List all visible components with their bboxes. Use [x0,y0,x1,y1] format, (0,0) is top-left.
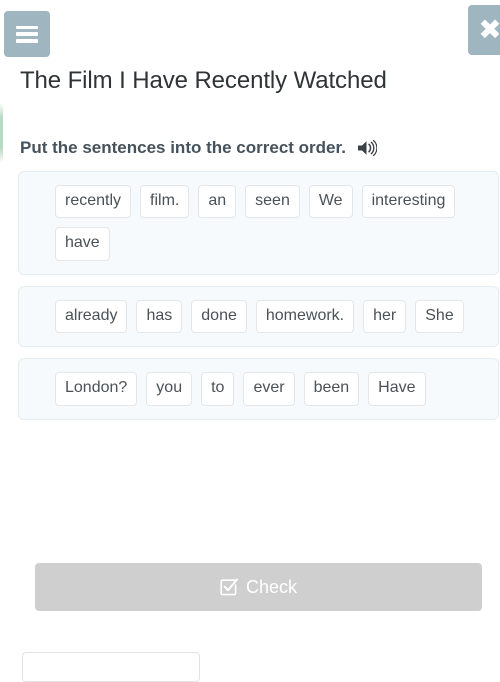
sentence-cards-list: recently film. an seen We interesting ha… [18,171,500,431]
word-chip[interactable]: seen [245,185,300,219]
sentence-card[interactable]: London? you to ever been Have [18,358,499,420]
word-chip[interactable]: already [55,299,128,334]
word-chip[interactable]: She [415,299,464,334]
word-chip[interactable]: done [191,299,247,334]
hamburger-menu-button[interactable] [4,11,50,57]
top-bar: ✖ [0,0,500,62]
word-chip[interactable]: have [55,227,110,261]
word-chip[interactable]: has [136,299,183,334]
left-accent-strip [0,103,3,163]
sentence-card[interactable]: already has done homework. her She [18,285,499,348]
word-chip[interactable]: recently [55,185,132,219]
word-chip[interactable]: We [308,185,353,219]
instruction-row: Put the sentences into the correct order… [20,138,377,158]
check-button[interactable]: Check [35,563,482,611]
sentence-card[interactable]: recently film. an seen We interesting ha… [18,171,499,275]
hamburger-menu-icon [16,25,38,43]
word-chip[interactable]: homework. [255,299,355,334]
word-chip-row: recently film. an seen We interesting ha… [55,185,498,261]
word-chip[interactable]: ever [243,372,295,406]
instruction-text: Put the sentences into the correct order… [20,138,346,157]
close-x-icon: ✖ [478,13,500,46]
word-chip-row: already has done homework. her She [55,299,498,334]
word-chip[interactable]: been [303,372,360,406]
close-button[interactable]: ✖ [468,5,500,55]
page-title: The Film I Have Recently Watched [20,67,387,94]
word-chip[interactable]: you [146,372,193,406]
word-chip[interactable]: her [363,299,407,334]
check-button-label: Check [245,576,298,597]
checked-box-icon [220,578,238,596]
word-chip-row: London? you to ever been Have [55,372,498,406]
word-chip[interactable]: Have [368,372,426,406]
word-chip[interactable]: film. [140,185,190,219]
word-chip[interactable]: to [201,372,235,406]
word-chip[interactable]: an [198,185,237,219]
word-chip[interactable]: London? [55,372,138,406]
speaker-icon[interactable] [357,139,377,157]
below-fold-input[interactable] [22,652,200,682]
word-chip[interactable]: interesting [361,185,456,219]
